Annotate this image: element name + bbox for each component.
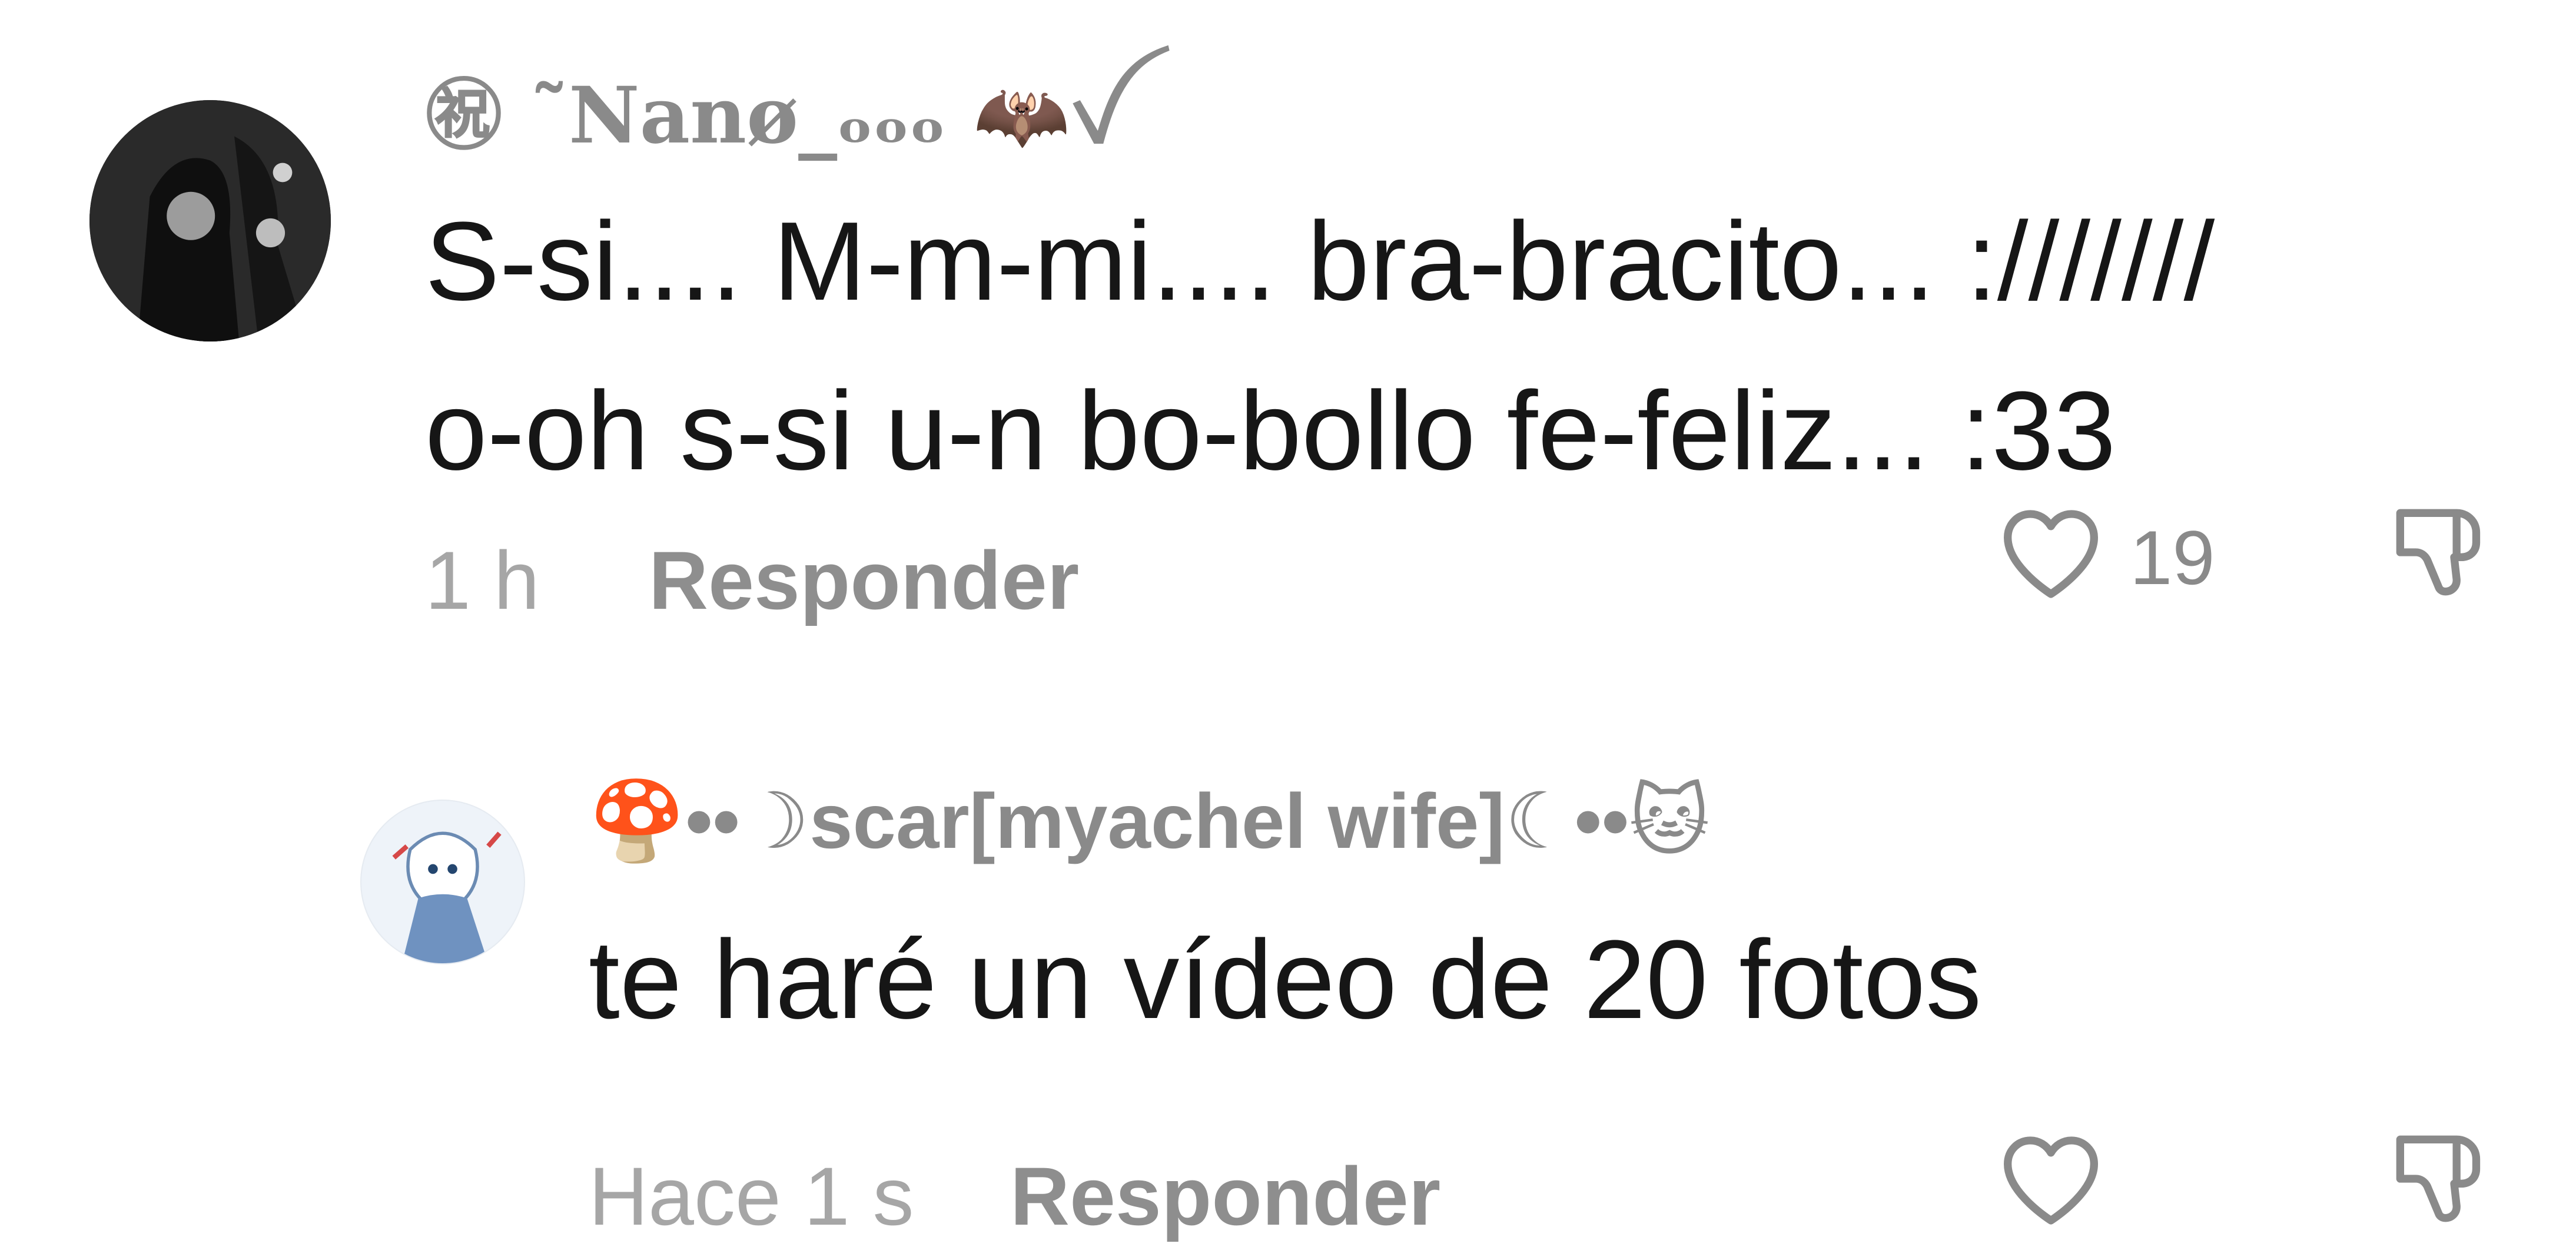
reply-button[interactable]: Responder bbox=[1010, 1149, 1440, 1244]
comment-item: 🍄••☽scar[myachel wife]☾••🐱 te haré un ví… bbox=[0, 695, 2576, 1260]
reply-button[interactable]: Responder bbox=[649, 533, 1079, 628]
avatar-image bbox=[89, 100, 331, 341]
like-count: 19 bbox=[2130, 515, 2215, 601]
avatar-image bbox=[361, 801, 524, 963]
comment-timestamp: Hace 1 s bbox=[589, 1150, 914, 1242]
thumbs-down-icon bbox=[2396, 1135, 2481, 1222]
username[interactable]: 🍄••☽scar[myachel wife]☾••🐱 bbox=[589, 777, 1710, 866]
heart-icon bbox=[2004, 1136, 2098, 1225]
dislike-button[interactable] bbox=[2381, 493, 2498, 611]
dislike-button[interactable] bbox=[2381, 1120, 2498, 1238]
like-button[interactable] bbox=[1992, 1120, 2110, 1238]
thumbs-down-icon bbox=[2396, 509, 2481, 596]
username[interactable]: ㊗︎ ˜Nanø_ₒₒₒ 🦇ꪜ bbox=[425, 72, 1124, 160]
comment-text: S-si.... M-m-mi.... bra-bracito... :////… bbox=[425, 199, 2215, 493]
heart-icon bbox=[2004, 510, 2098, 598]
comment-item: ㊗︎ ˜Nanø_ₒₒₒ 🦇ꪜ S-si.... M-m-mi.... bra-… bbox=[0, 0, 2576, 695]
avatar[interactable] bbox=[89, 100, 331, 341]
comment-text: te haré un vídeo de 20 fotos bbox=[589, 917, 1982, 1042]
like-button[interactable] bbox=[1992, 493, 2110, 611]
avatar[interactable] bbox=[360, 800, 525, 964]
comment-timestamp: 1 h bbox=[425, 534, 540, 626]
